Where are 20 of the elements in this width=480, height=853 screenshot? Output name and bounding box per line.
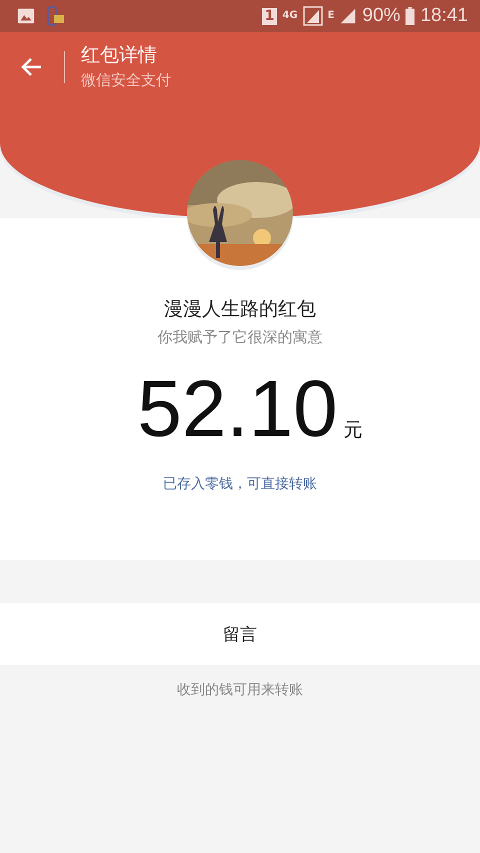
footer-hint: 收到的钱可用来转账: [176, 681, 304, 699]
blessing-text: 你我赋予了它很深的寓意: [158, 328, 322, 347]
page-subtitle: 微信安全支付: [81, 70, 171, 91]
message-button[interactable]: 留言: [211, 614, 269, 654]
network-type: E: [328, 10, 334, 21]
battery-level: 90%: [362, 5, 400, 27]
currency-unit: 元: [344, 418, 363, 443]
amount-value: 52.10: [137, 363, 338, 455]
signal-icon: [339, 7, 358, 25]
signal-icon: [302, 6, 323, 26]
transfer-link[interactable]: ，可直接转账: [233, 475, 317, 493]
sim-badge: 1: [262, 8, 278, 24]
battery-icon: [405, 7, 416, 25]
balance-note: 已存入零钱: [163, 475, 233, 493]
image-icon: [17, 7, 35, 25]
network-type: 4G: [282, 10, 298, 21]
notification-icon: [45, 6, 65, 26]
status-time: 18:41: [420, 5, 468, 27]
sender-name: 漫漫人生路的红包: [164, 297, 316, 322]
page-title: 红包详情: [81, 43, 158, 67]
